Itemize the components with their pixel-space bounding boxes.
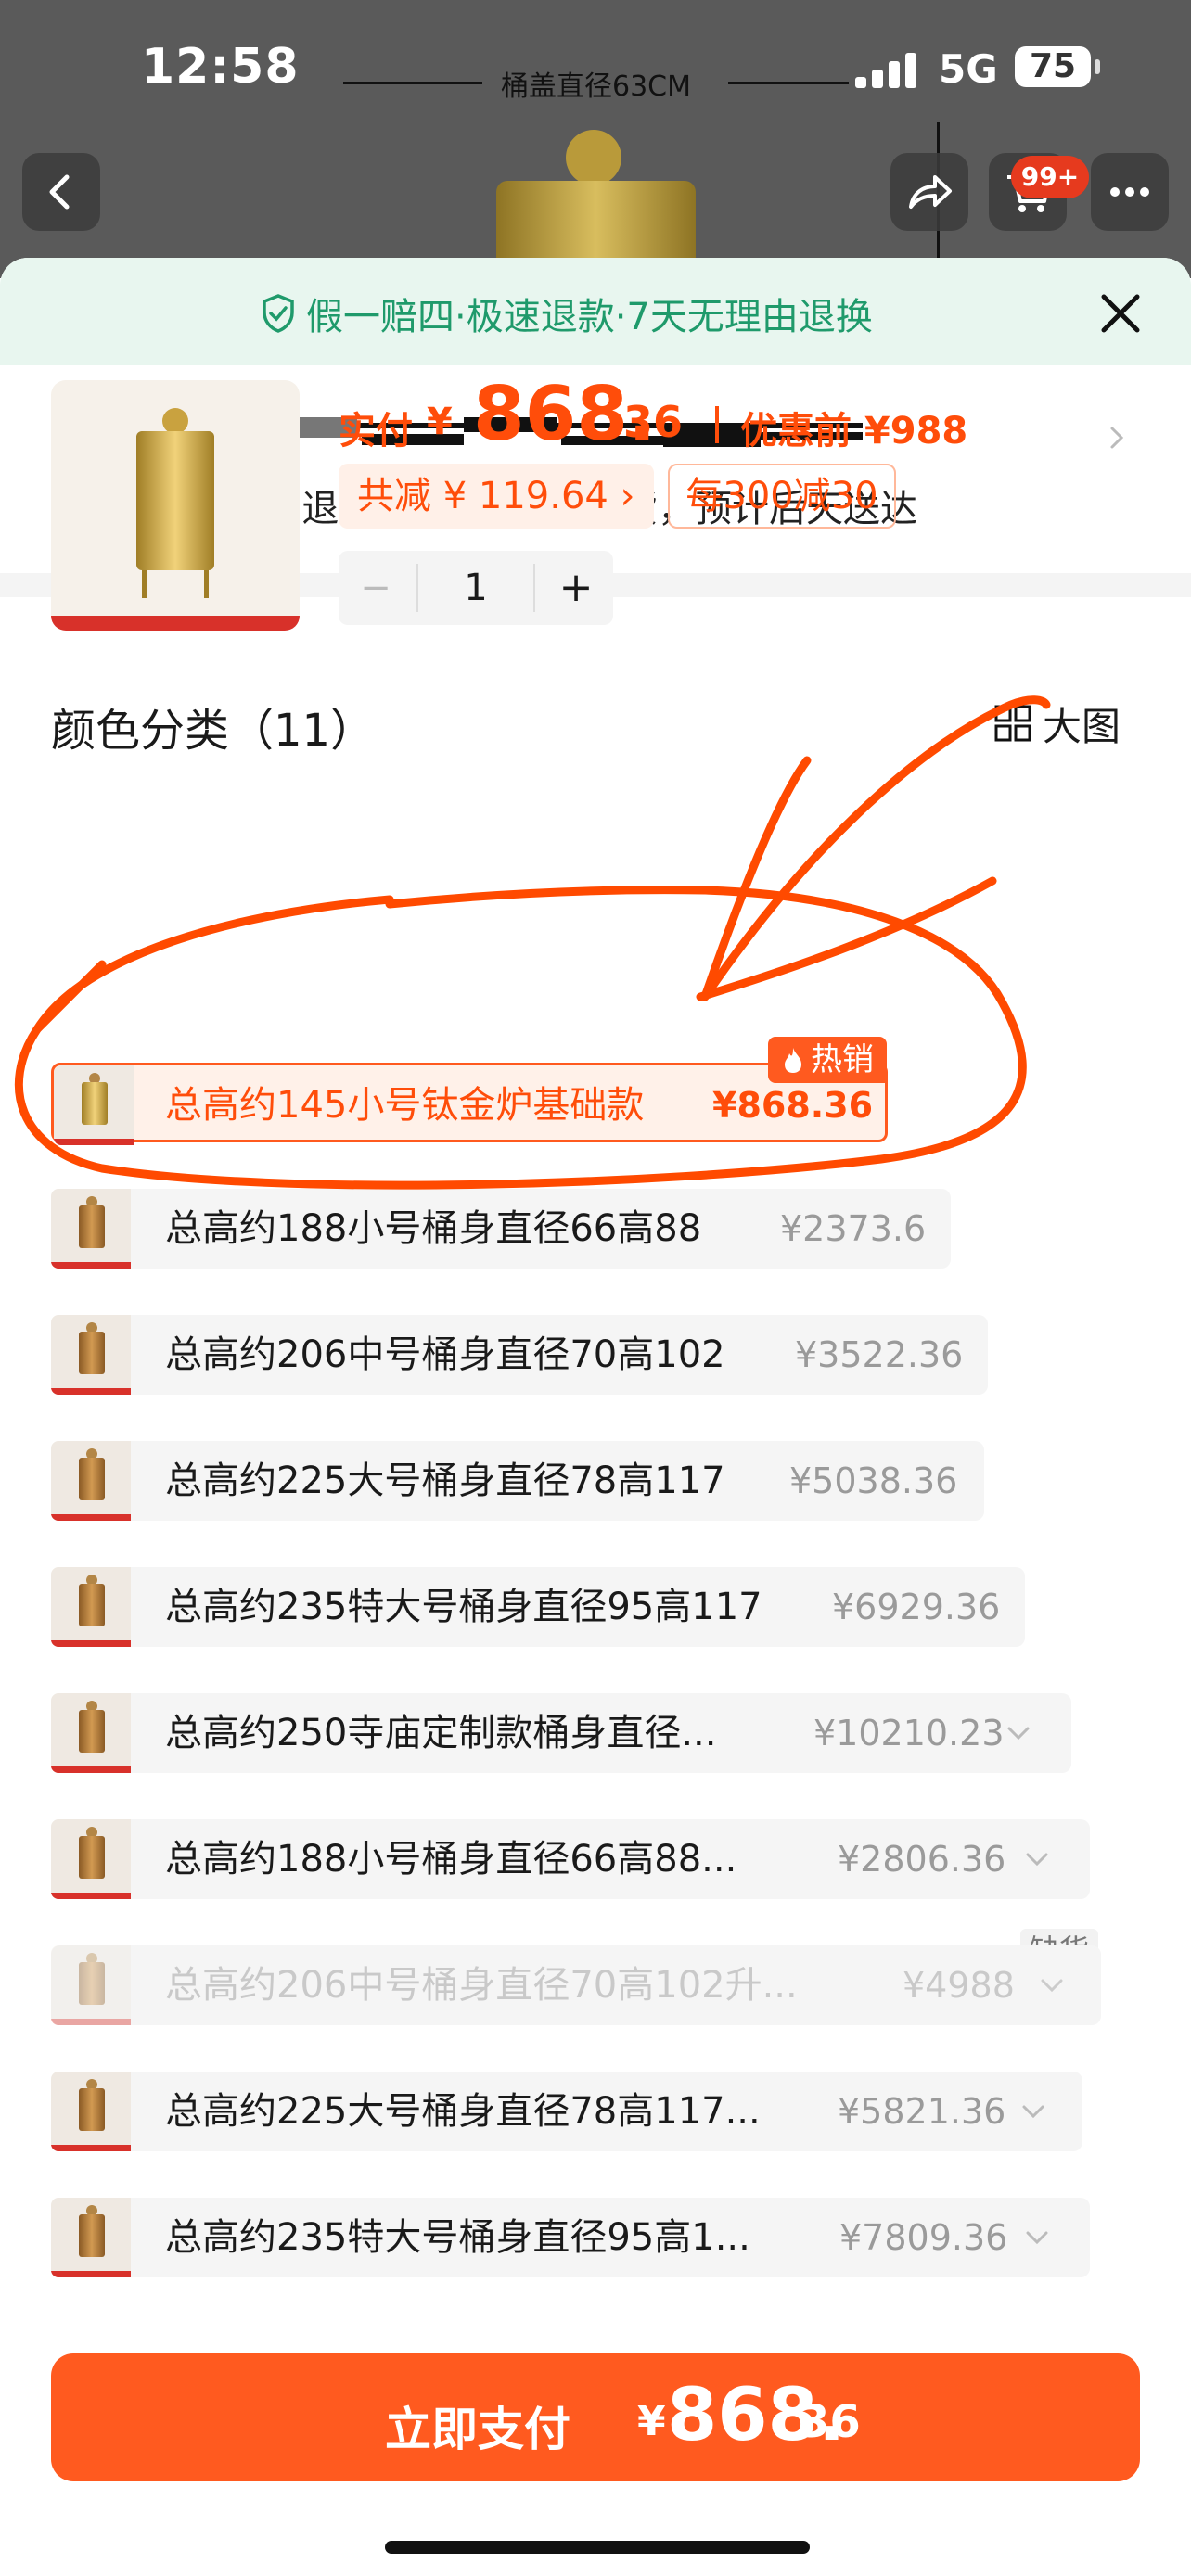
share-icon bbox=[909, 175, 952, 209]
variant-option-2[interactable]: 总高约188小号桶身直径66高88 ¥2373.6 bbox=[51, 1189, 951, 1269]
pay-currency: ¥ bbox=[637, 2398, 666, 2445]
variant-price: ¥7809.36 bbox=[839, 2217, 1008, 2258]
discount-detail-button[interactable]: 共减 ¥ 119.64 › bbox=[339, 464, 654, 529]
battery-icon: 75 bbox=[1015, 46, 1091, 87]
dimension-line-right bbox=[728, 82, 849, 84]
original-price: 优惠前 ¥988 bbox=[740, 410, 968, 453]
big-image-label: 大图 bbox=[1043, 703, 1121, 749]
variant-option-7[interactable]: 总高约188小号桶身直径66高88... ¥2806.36 bbox=[51, 1819, 1090, 1899]
variant-price: ¥2806.36 bbox=[838, 1839, 1006, 1880]
big-image-toggle[interactable]: 大图 bbox=[992, 697, 1121, 749]
variant-name: 总高约235特大号桶身直径95高1... bbox=[165, 2216, 750, 2259]
grid-icon bbox=[994, 705, 1031, 742]
price-label: 实付 bbox=[339, 410, 413, 453]
variant-price: ¥4988 bbox=[903, 1965, 1015, 2006]
variant-name: 总高约250寺庙定制款桶身直径... bbox=[165, 1712, 717, 1754]
network-label: 5G bbox=[939, 46, 998, 92]
quantity-stepper: − 1 + bbox=[339, 551, 613, 625]
dimension-line-left bbox=[343, 82, 482, 84]
variant-name: 总高约235特大号桶身直径95高117 bbox=[165, 1586, 762, 1628]
chevron-right-icon bbox=[1110, 427, 1124, 449]
variant-option-1[interactable]: 总高约145小号钛金炉基础款 ¥868.36 bbox=[51, 1063, 888, 1145]
status-time: 12:58 bbox=[141, 39, 300, 95]
variant-option-3[interactable]: 总高约206中号桶身直径70高102 ¥3522.36 bbox=[51, 1315, 988, 1395]
guarantee-text: 假一赔四·极速退款·7天无理由退换 bbox=[306, 296, 873, 338]
variant-name: 总高约188小号桶身直径66高88 bbox=[165, 1207, 702, 1250]
back-icon bbox=[49, 174, 70, 210]
chevron-down-icon bbox=[1022, 2105, 1044, 2119]
variant-thumbnail bbox=[51, 1315, 131, 1395]
back-button[interactable] bbox=[22, 153, 100, 231]
variant-option-4[interactable]: 总高约225大号桶身直径78高117 ¥5038.36 bbox=[51, 1441, 984, 1521]
hot-sale-label: 热销 bbox=[811, 1041, 874, 1078]
chevron-down-icon bbox=[1026, 1853, 1048, 1867]
price-separator bbox=[715, 406, 719, 443]
variant-option-8[interactable]: 总高约206中号桶身直径70高102升... ¥4988 bbox=[51, 1945, 1101, 2025]
variant-name: 总高约206中号桶身直径70高102 bbox=[165, 1333, 725, 1376]
variant-price: ¥6929.36 bbox=[832, 1587, 1001, 1627]
pay-now-button[interactable]: 立即支付 ¥ 868. 36 bbox=[51, 2353, 1140, 2481]
quantity-value[interactable]: 1 bbox=[416, 564, 535, 612]
variant-name: 总高约188小号桶身直径66高88... bbox=[165, 1838, 737, 1881]
quantity-decrease-button[interactable]: − bbox=[339, 551, 413, 625]
variant-thumbnail bbox=[51, 1567, 131, 1647]
chevron-down-icon bbox=[1041, 1979, 1063, 1993]
variant-thumbnail bbox=[51, 2198, 131, 2277]
variant-name: 总高约206中号桶身直径70高102升... bbox=[165, 1964, 798, 2007]
variant-option-10[interactable]: 总高约235特大号桶身直径95高1... ¥7809.36 bbox=[51, 2198, 1090, 2277]
pay-amount-decimal: 36 bbox=[799, 2396, 861, 2448]
battery-tip bbox=[1095, 59, 1100, 74]
lamp-cap bbox=[566, 130, 621, 185]
variant-name: 总高约225大号桶身直径78高117... bbox=[165, 2090, 761, 2133]
guarantee-banner: 假一赔四·极速退款·7天无理由退换 bbox=[0, 258, 1191, 365]
variant-thumbnail bbox=[54, 1065, 134, 1145]
share-button[interactable] bbox=[890, 153, 968, 231]
variant-thumbnail bbox=[51, 1441, 131, 1521]
variant-price: ¥5821.36 bbox=[838, 2091, 1006, 2132]
chevron-down-icon bbox=[1026, 2231, 1048, 2245]
product-thumbnail[interactable] bbox=[51, 380, 300, 631]
signal-icon bbox=[855, 51, 922, 88]
close-button[interactable] bbox=[1095, 287, 1146, 339]
variant-name: 总高约225大号桶身直径78高117 bbox=[165, 1460, 725, 1502]
cart-count-badge: 99+ bbox=[1011, 156, 1089, 198]
variant-thumbnail bbox=[51, 2072, 131, 2151]
variant-price: ¥2373.6 bbox=[780, 1208, 927, 1249]
dimension-label: 桶盖直径63CM bbox=[501, 70, 692, 103]
variant-price: ¥10210.23 bbox=[813, 1713, 1005, 1753]
variant-option-5[interactable]: 总高约235特大号桶身直径95高117 ¥6929.36 bbox=[51, 1567, 1025, 1647]
quantity-increase-button[interactable]: + bbox=[539, 551, 613, 625]
variant-option-6[interactable]: 总高约250寺庙定制款桶身直径... ¥10210.23 bbox=[51, 1693, 1071, 1773]
variant-option-9[interactable]: 总高约225大号桶身直径78高117... ¥5821.36 bbox=[51, 2072, 1082, 2151]
variant-thumbnail bbox=[51, 1945, 131, 2025]
price-currency: ¥ bbox=[427, 401, 453, 443]
more-button[interactable] bbox=[1091, 153, 1169, 231]
price-decimal: 36 bbox=[623, 397, 684, 447]
variant-thumbnail bbox=[51, 1189, 131, 1269]
promotion-chip[interactable]: 每300减30 bbox=[668, 464, 896, 529]
home-indicator bbox=[385, 2541, 810, 2554]
more-icon bbox=[1110, 187, 1149, 197]
variant-thumbnail bbox=[51, 1693, 131, 1773]
variant-price: ¥5038.36 bbox=[789, 1460, 958, 1501]
close-icon bbox=[1101, 294, 1140, 333]
pay-now-label: 立即支付 bbox=[385, 2403, 570, 2456]
variant-thumbnail bbox=[51, 1819, 131, 1899]
hot-sale-badge: 热销 bbox=[768, 1037, 887, 1083]
shield-check-icon bbox=[263, 294, 294, 333]
variant-price: ¥3522.36 bbox=[795, 1334, 964, 1375]
chevron-down-icon bbox=[1007, 1727, 1030, 1741]
variant-name: 总高约145小号钛金炉基础款 bbox=[165, 1084, 645, 1127]
variant-section-title: 颜色分类（11） bbox=[51, 705, 376, 757]
fire-icon bbox=[785, 1048, 801, 1073]
